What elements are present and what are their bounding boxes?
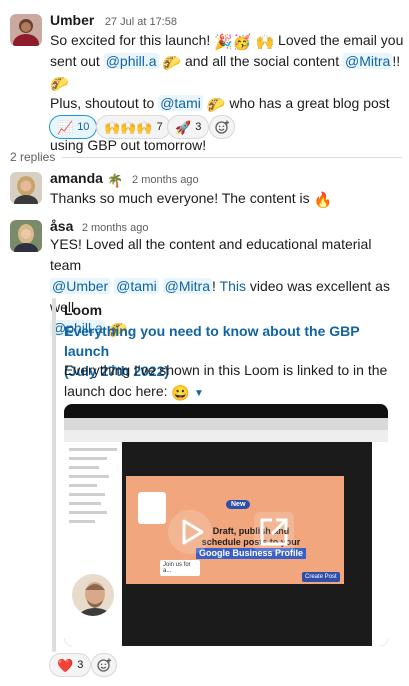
new-badge: New: [226, 500, 251, 509]
avatar-umber[interactable]: [10, 14, 42, 46]
attachment-source: Loom: [64, 302, 103, 318]
reaction-rocket[interactable]: 🚀 3: [167, 115, 210, 139]
mention-mitra[interactable]: @Mitra: [162, 278, 212, 294]
message-text: Loved the email you: [278, 32, 404, 48]
message-text: using GBP out tomorrow!: [50, 137, 207, 153]
message-text: and all the social content: [184, 53, 340, 69]
mention-mitra[interactable]: @Mitra: [342, 53, 393, 69]
presenter-avatar: [70, 572, 116, 618]
author-name[interactable]: åsa: [50, 218, 73, 234]
attachment-title-line[interactable]: Everything you need to know about the GB…: [64, 321, 404, 361]
message-text: !!: [392, 53, 401, 69]
create-post-badge: Create Post: [302, 572, 340, 582]
add-reaction-button[interactable]: [209, 115, 235, 139]
partying-face-icon: 🥳: [232, 34, 252, 51]
timestamp[interactable]: 2 months ago: [82, 222, 149, 234]
video-app-rightpanel: [372, 442, 388, 646]
external-link-icon: [254, 512, 294, 552]
video-dot: [379, 621, 384, 626]
chart-emoji-icon: 📈: [57, 119, 74, 135]
raised-hands-icon: 🙌: [255, 34, 275, 51]
message-text: So excited for this launch!: [50, 32, 211, 48]
video-link[interactable]: This: [220, 278, 246, 294]
reaction-count: 7: [156, 121, 163, 133]
attachment-description: Everything I've shown in this Loom is li…: [64, 360, 404, 404]
add-emoji-icon: [215, 120, 229, 134]
mention-phill[interactable]: @phill.a: [103, 53, 159, 69]
raised-hands-emoji-icon: 🙌🙌🙌: [104, 119, 153, 135]
attachment-desc-line: Everything I've shown in this Loom is li…: [64, 362, 388, 378]
reaction-heart[interactable]: ❤️ 3: [49, 653, 92, 677]
avatar-amanda[interactable]: [10, 172, 42, 204]
video-preview[interactable]: New Draft, publish and schedule posts to…: [64, 404, 388, 646]
heart-emoji-icon: ❤️: [57, 657, 74, 673]
attachment-desc-line: launch doc here:: [64, 383, 168, 399]
attachment-bar: [52, 298, 56, 652]
timestamp[interactable]: 2 months ago: [132, 174, 199, 186]
video-slide: New Draft, publish and schedule posts to…: [126, 476, 344, 584]
video-app-topbar: [64, 418, 388, 430]
message-text: !: [212, 278, 216, 294]
timestamp[interactable]: 27 Jul at 17:58: [105, 16, 177, 28]
taco-icon: 🌮: [162, 55, 182, 72]
add-reaction-button[interactable]: [91, 653, 117, 677]
message-text: YES! Loved all the content and education…: [50, 236, 372, 273]
caret-down-icon[interactable]: ▼: [194, 388, 204, 399]
fire-emoji-icon: 🔥: [313, 192, 333, 209]
grinning-face-icon: 😀: [171, 385, 191, 402]
rocket-emoji-icon: 🚀: [175, 119, 192, 135]
palm-tree-icon: 🌴: [107, 173, 124, 188]
message-body: Thanks so much everyone! The content is …: [50, 188, 332, 209]
slide-chip: Join us for a...: [160, 560, 200, 576]
reaction-raised-hands[interactable]: 🙌🙌🙌 7: [96, 115, 171, 139]
taco-icon: 🌮: [50, 76, 69, 93]
video-app-toolbar: [64, 430, 388, 442]
avatar-asa[interactable]: [10, 220, 42, 252]
play-icon: [168, 510, 212, 554]
reaction-count: 10: [77, 121, 90, 133]
reply-count[interactable]: 2 replies: [10, 150, 55, 164]
mention-tami[interactable]: @tami: [158, 95, 203, 111]
add-emoji-icon: [97, 658, 111, 672]
divider: [62, 157, 402, 158]
mention-umber[interactable]: @Umber: [50, 278, 111, 294]
taco-icon: 🌮: [206, 97, 226, 114]
author-name[interactable]: Umber: [50, 12, 94, 28]
reaction-chart[interactable]: 📈 10: [49, 115, 98, 139]
open-external-button[interactable]: [250, 508, 298, 556]
mention-tami[interactable]: @tami: [114, 278, 159, 294]
message-text: sent out: [50, 53, 100, 69]
play-button[interactable]: [166, 508, 214, 556]
slide-card: [138, 492, 166, 524]
author-name[interactable]: amanda: [50, 170, 103, 186]
message-text: Thanks so much everyone! The content is: [50, 190, 310, 206]
reaction-count: 3: [77, 659, 84, 671]
party-popper-icon: 🎉: [214, 34, 233, 51]
reaction-count: 3: [195, 121, 202, 133]
message-text: Plus, shoutout to: [50, 95, 155, 111]
